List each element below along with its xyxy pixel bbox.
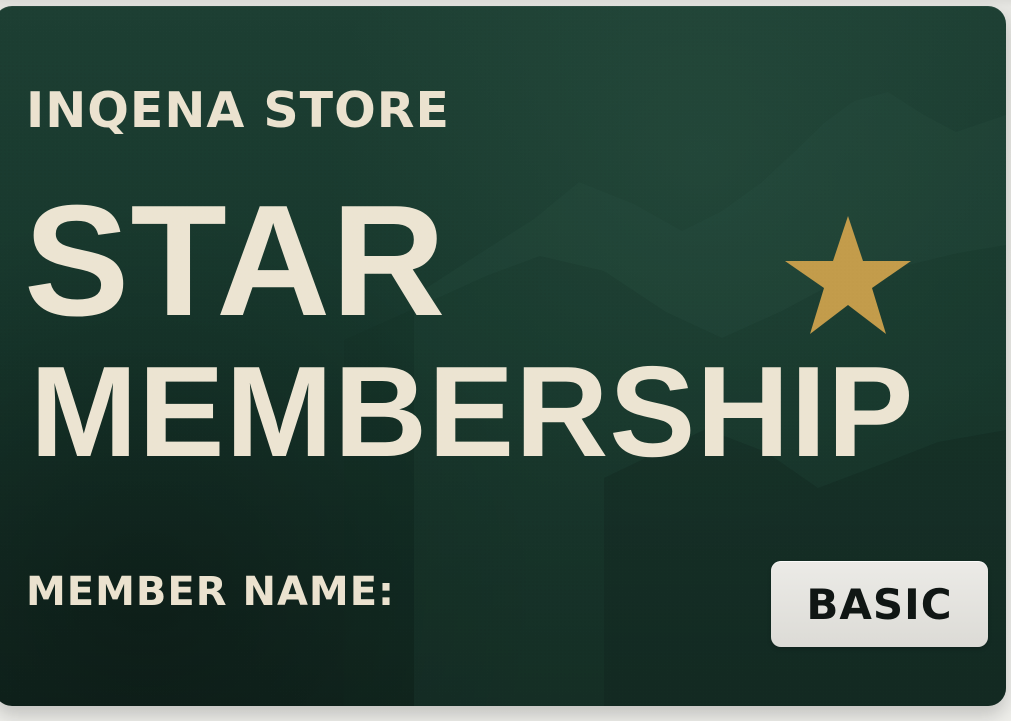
title-star: STAR bbox=[24, 173, 447, 349]
title-membership: MEMBERSHIP bbox=[30, 340, 915, 484]
membership-card: INQENA STORE STAR MEMBERSHIP MEMBER NAME… bbox=[0, 6, 1006, 706]
scene: INQENA STORE STAR MEMBERSHIP MEMBER NAME… bbox=[0, 0, 1011, 721]
star-icon bbox=[785, 216, 911, 334]
membership-tier-badge: BASIC bbox=[771, 561, 988, 647]
member-name-label: MEMBER NAME: bbox=[26, 569, 396, 615]
store-name: INQENA STORE bbox=[26, 82, 450, 139]
